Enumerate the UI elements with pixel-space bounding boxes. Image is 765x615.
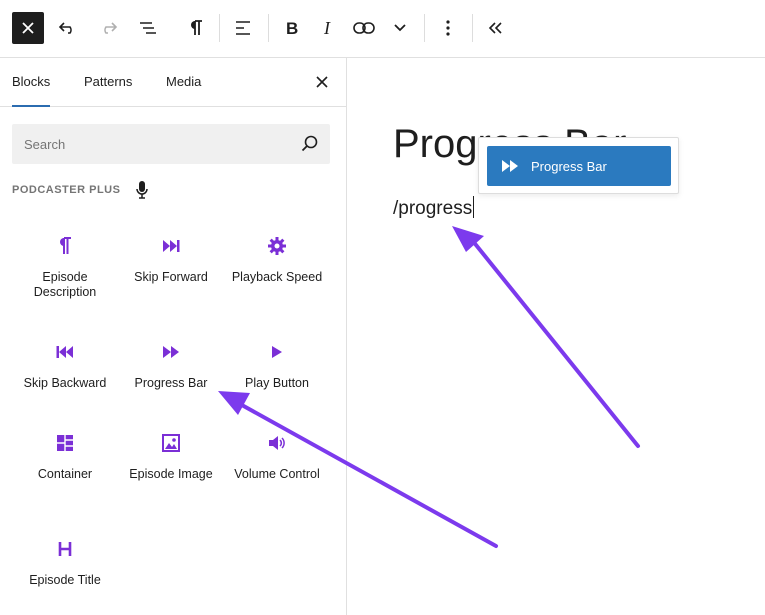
svg-text:B: B [286, 20, 298, 36]
block-label: Volume Control [234, 467, 320, 481]
play-icon [265, 342, 289, 362]
link-button[interactable] [348, 12, 380, 44]
block-label: Playback Speed [231, 270, 323, 284]
block-item-episode-title[interactable]: Episode Title [12, 519, 118, 611]
skip-backward-icon [53, 342, 77, 362]
block-item-container[interactable]: Container [12, 413, 118, 505]
svg-text:I: I [323, 20, 331, 36]
fast-forward-icon [501, 159, 519, 173]
microphone-icon [134, 181, 150, 199]
block-label: Skip Backward [23, 376, 107, 390]
block-label: Episode Title [29, 573, 101, 587]
tab-media[interactable]: Media [166, 58, 201, 106]
tab-label: Blocks [12, 74, 51, 89]
block-item-progress-bar[interactable]: Progress Bar [118, 322, 224, 414]
align-left-icon [236, 21, 250, 35]
block-label: Play Button [245, 376, 309, 390]
undo-icon [58, 22, 72, 34]
paragraph-block-button[interactable] [180, 12, 212, 44]
undo-button[interactable] [52, 12, 84, 44]
bold-icon: B [286, 20, 298, 36]
options-button[interactable] [432, 12, 464, 44]
category-title: PODCASTER PLUS [12, 184, 121, 196]
toolbar-divider [472, 14, 473, 42]
close-inserter-button[interactable] [12, 12, 44, 44]
block-search [12, 124, 330, 164]
paragraph-text: /progress [393, 198, 473, 219]
block-autocomplete-popover: Progress Bar [478, 137, 679, 194]
chevron-down-icon [394, 24, 406, 32]
block-inserter-panel: Blocks Patterns Media PODCASTER PLUS Epi… [0, 58, 347, 615]
paragraph-icon [53, 236, 77, 256]
image-icon [159, 433, 183, 453]
close-icon [316, 76, 328, 88]
more-vertical-icon [446, 20, 450, 36]
autocomplete-item-label: Progress Bar [531, 158, 607, 174]
container-icon [53, 433, 77, 453]
text-caret [473, 196, 475, 218]
block-label: Skip Forward [134, 270, 208, 284]
block-item-play-button[interactable]: Play Button [224, 322, 330, 414]
list-view-button[interactable] [132, 12, 164, 44]
toolbar-divider [424, 14, 425, 42]
close-panel-button[interactable] [310, 70, 334, 94]
redo-button[interactable] [92, 12, 124, 44]
editor-toolbar: B I [0, 0, 765, 58]
block-label: Episode Image [129, 467, 213, 481]
tab-blocks[interactable]: Blocks [12, 58, 51, 107]
block-item-skip-forward[interactable]: Skip Forward [118, 216, 224, 308]
chevron-double-left-icon [488, 22, 502, 34]
pilcrow-icon [191, 20, 202, 35]
bold-button[interactable]: B [276, 12, 308, 44]
block-label: Episode Description [33, 270, 97, 299]
block-category-header: PODCASTER PLUS [12, 180, 150, 200]
italic-icon: I [323, 20, 331, 36]
tab-label: Media [166, 74, 202, 89]
skip-forward-icon [159, 236, 183, 256]
block-label: Progress Bar [134, 376, 208, 390]
paragraph-block[interactable]: /progress [393, 196, 475, 222]
list-view-icon [140, 22, 156, 34]
block-item-episode-description[interactable]: Episode Description [12, 216, 118, 308]
block-item-volume-control[interactable]: Volume Control [224, 413, 330, 505]
more-formatting-button[interactable] [384, 12, 416, 44]
collapse-toolbar-button[interactable] [479, 12, 511, 44]
tab-label: Patterns [84, 74, 133, 89]
block-item-playback-speed[interactable]: Playback Speed [224, 216, 330, 308]
gear-icon [265, 236, 289, 256]
block-label: Container [37, 467, 93, 481]
toolbar-divider [219, 14, 220, 42]
redo-icon [104, 22, 118, 34]
volume-icon [265, 433, 289, 453]
align-button[interactable] [227, 12, 259, 44]
block-item-skip-backward[interactable]: Skip Backward [12, 322, 118, 414]
fast-forward-icon [159, 342, 183, 362]
tab-patterns[interactable]: Patterns [84, 58, 132, 106]
heading-icon [53, 539, 77, 559]
search-input[interactable] [12, 124, 292, 164]
autocomplete-item-progress-bar[interactable]: Progress Bar [487, 146, 671, 186]
close-icon [22, 22, 34, 34]
search-icon[interactable] [300, 134, 320, 154]
italic-button[interactable]: I [312, 12, 344, 44]
link-icon [353, 22, 375, 34]
toolbar-divider [268, 14, 269, 42]
block-item-episode-image[interactable]: Episode Image [118, 413, 224, 505]
inserter-tabs: Blocks Patterns Media [0, 58, 346, 107]
